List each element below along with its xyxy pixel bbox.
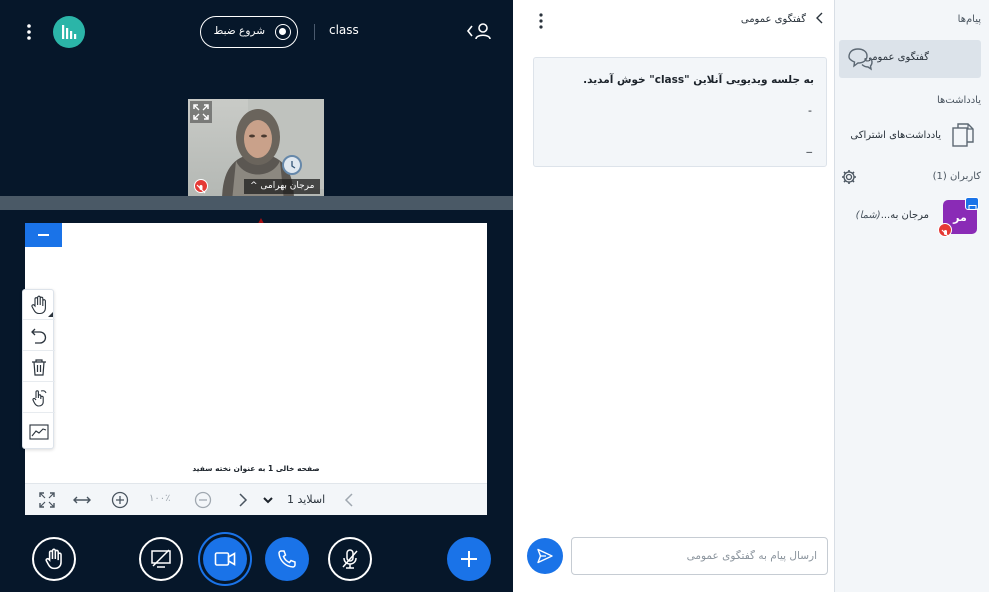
chevron-left-icon	[344, 493, 353, 507]
muted-mic-icon	[938, 223, 952, 238]
unmute-mic-button[interactable]	[328, 537, 372, 581]
fit-width-icon	[73, 496, 91, 504]
start-recording-button[interactable]: شروع ضبط	[200, 16, 298, 48]
whiteboard-toolbar	[22, 289, 55, 450]
zoom-out-icon	[194, 491, 212, 509]
fullscreen-video-button[interactable]	[190, 101, 212, 123]
recording-label: شروع ضبط	[213, 25, 265, 37]
user-list-item[interactable]: مر مرجان به...(شما)	[839, 197, 981, 238]
record-icon	[275, 24, 291, 40]
users-header: کاربران (1)	[932, 171, 981, 182]
next-slide-button[interactable]	[235, 490, 251, 510]
actions-plus-button[interactable]	[447, 537, 491, 581]
audio-phone-button[interactable]	[265, 537, 309, 581]
chart-line-icon	[29, 424, 49, 440]
fullscreen-presentation-button[interactable]	[37, 490, 57, 510]
chat-panel: گفتگوی عمومی به جلسه ویدیویی آنلاین "cla…	[513, 0, 834, 592]
expand-icon	[39, 492, 55, 508]
public-chat-item[interactable]: گفتگوی عمومی	[839, 40, 981, 78]
manage-users-gear-icon[interactable]	[841, 169, 857, 185]
presentation-toolbar: ۱۰۰٪ اسلاید 1	[25, 483, 487, 515]
share-screen-button[interactable]	[139, 537, 183, 581]
chat-title: گفتگوی عمومی	[740, 14, 806, 25]
raise-hand-button[interactable]	[32, 537, 76, 581]
trash-icon	[32, 358, 46, 376]
bbb-app: شروع ضبط class مرجان بهرامی ^ صفحه خالی …	[0, 0, 989, 592]
undo-button[interactable]	[23, 321, 55, 351]
presentation-area[interactable]: صفحه خالی 1 به عنوان نخته سفید ۱۰۰٪ اسلا…	[25, 223, 487, 515]
public-chat-label: گفتگوی عمومی	[863, 52, 929, 63]
avatar-initials: مر	[953, 210, 967, 224]
slide-number-label[interactable]: اسلاید 1	[287, 493, 325, 506]
welcome-line-3: _	[806, 140, 813, 153]
hide-chat-button[interactable]	[816, 12, 824, 27]
app-logo-icon	[53, 16, 85, 48]
welcome-text: به جلسه ویدیویی آنلاین "class" خوش آمدید…	[583, 74, 814, 86]
user-icon	[478, 23, 488, 33]
send-icon	[537, 548, 553, 564]
users-toggle-button[interactable]	[466, 21, 492, 41]
plus-icon	[461, 551, 477, 567]
chevron-down-icon	[263, 497, 273, 504]
chevron-up-icon: ^	[250, 181, 258, 191]
options-more-icon[interactable]	[27, 24, 31, 40]
minimize-presentation-button[interactable]	[25, 223, 62, 247]
share-webcam-button[interactable]	[203, 537, 247, 581]
slide-select-dropdown[interactable]	[261, 490, 275, 510]
chat-message-input[interactable]	[572, 538, 827, 574]
notes-copy-icon	[951, 122, 975, 150]
meeting-name: class	[329, 23, 359, 37]
welcome-message: به جلسه ویدیویی آنلاین "class" خوش آمدید…	[533, 57, 827, 167]
user-list-sidebar: پیام‌ها گفتگوی عمومی یادداشت‌ها یادداشت‌…	[834, 0, 989, 592]
hand-icon	[45, 548, 62, 570]
chevron-right-icon	[239, 493, 248, 507]
webcam-user-name-menu[interactable]: مرجان بهرامی ^	[244, 179, 321, 194]
video-camera-icon	[214, 552, 236, 566]
hand-icon	[31, 295, 46, 314]
notes-header: یادداشت‌ها	[936, 95, 981, 106]
phone-icon	[278, 550, 296, 568]
chevron-left-icon	[816, 12, 823, 24]
pan-tool-button[interactable]	[23, 290, 55, 320]
microphone-off-icon	[342, 549, 358, 569]
zoom-level: ۱۰۰٪	[149, 493, 171, 504]
chat-options-icon[interactable]	[539, 13, 543, 29]
chat-message-input-box[interactable]	[571, 537, 828, 575]
user-name-text: مرجان به...	[880, 210, 929, 221]
presenter-screen-icon	[965, 197, 979, 210]
pointer-hand-icon	[32, 389, 47, 407]
slide-caption: صفحه خالی 1 به عنوان نخته سفید	[192, 464, 320, 473]
messages-header: پیام‌ها	[957, 14, 981, 25]
screen-share-off-icon	[151, 549, 171, 568]
zoom-in-icon	[111, 491, 129, 509]
zoom-in-button[interactable]	[110, 490, 130, 510]
topbar-divider	[314, 24, 315, 40]
welcome-line-2: -	[808, 104, 812, 117]
user-name: مرجان به...(شما)	[856, 210, 929, 221]
webcam-tile[interactable]: مرجان بهرامی ^	[188, 99, 324, 201]
webcam-user-name: مرجان بهرامی	[260, 181, 315, 191]
webcam-resize-handle[interactable]	[0, 196, 513, 210]
shared-notes-label: یادداشت‌های اشتراکی	[850, 130, 941, 141]
muted-mic-icon	[194, 179, 208, 194]
undo-icon	[31, 328, 47, 344]
fit-width-button[interactable]	[71, 490, 93, 510]
send-message-button[interactable]	[527, 538, 563, 574]
you-label: (شما)	[855, 210, 881, 221]
shared-notes-item[interactable]: یادداشت‌های اشتراکی	[839, 118, 981, 156]
zoom-out-button[interactable]	[193, 490, 213, 510]
enable-whiteboard-button[interactable]	[23, 414, 55, 450]
multi-user-whiteboard-button[interactable]	[23, 383, 55, 413]
expand-icon	[193, 104, 209, 120]
chevron-left-icon	[466, 25, 473, 37]
chat-bubbles-icon	[845, 45, 873, 73]
clear-annotations-button[interactable]	[23, 352, 55, 382]
previous-slide-button[interactable]	[341, 490, 357, 510]
